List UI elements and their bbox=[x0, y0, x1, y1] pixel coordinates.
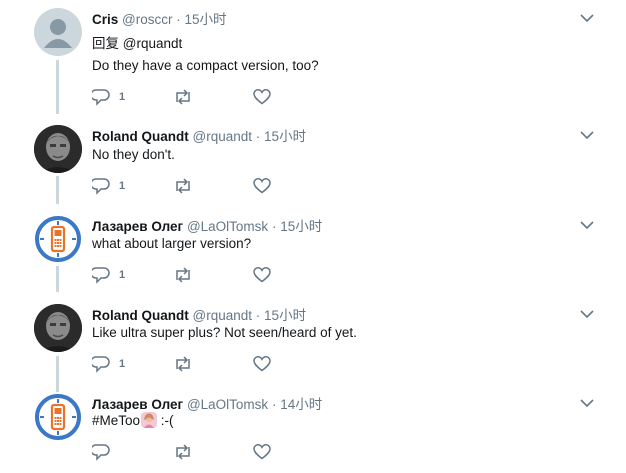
heart-icon bbox=[253, 444, 271, 460]
tweet-text-suffix: :-( bbox=[160, 413, 174, 428]
tweet-text: No they don't. bbox=[92, 147, 175, 162]
timestamp[interactable]: 14小时 bbox=[280, 397, 322, 412]
retweet-icon bbox=[176, 267, 190, 283]
tweet-actions: 1 bbox=[92, 177, 292, 195]
separator-dot: · bbox=[271, 397, 277, 412]
reply-count: 1 bbox=[119, 180, 126, 192]
tweet[interactable]: Roland Quandt @rquandt · 15小时 Like ultra… bbox=[0, 296, 626, 384]
roland-photo-avatar[interactable] bbox=[34, 125, 82, 173]
retweet-button[interactable] bbox=[173, 443, 193, 461]
tweet-header: Лазарев Олег @LaOlTomsk · 15小时 bbox=[92, 215, 322, 235]
woman-emoji-icon bbox=[141, 412, 158, 428]
reply-icon bbox=[92, 356, 110, 373]
author-name[interactable]: Roland Quandt bbox=[92, 308, 189, 323]
reply-count: 1 bbox=[119, 269, 126, 281]
author-handle[interactable]: @rosccr bbox=[122, 12, 172, 27]
like-button[interactable] bbox=[253, 177, 271, 195]
tweet-header: Roland Quandt @rquandt · 15小时 bbox=[92, 304, 306, 324]
separator-dot: · bbox=[255, 308, 261, 323]
tweet-actions bbox=[92, 443, 292, 461]
chevron-down-icon[interactable] bbox=[580, 306, 594, 319]
tweet-header: Roland Quandt @rquandt · 15小时 bbox=[92, 125, 306, 145]
separator-dot: · bbox=[255, 129, 261, 144]
retweet-button[interactable] bbox=[173, 355, 193, 373]
timestamp[interactable]: 15小时 bbox=[185, 12, 227, 27]
separator-dot: · bbox=[176, 12, 181, 27]
chevron-down-icon[interactable] bbox=[580, 395, 594, 408]
reply-button[interactable] bbox=[92, 443, 119, 461]
reply-icon bbox=[92, 444, 110, 461]
tweet-text-line: #MeToo :-( bbox=[92, 412, 174, 428]
heart-icon bbox=[253, 356, 271, 372]
roland-photo-avatar[interactable] bbox=[34, 304, 82, 352]
tweet-text: Like ultra super plus? Not seen/heard of… bbox=[92, 325, 357, 340]
reply-count: 1 bbox=[119, 358, 126, 370]
tweet[interactable]: Cris @rosccr · 15小时 回复 @rquandt Do they … bbox=[0, 0, 626, 106]
phone-logo-avatar[interactable] bbox=[34, 393, 82, 441]
author-handle[interactable]: @rquandt bbox=[193, 308, 253, 323]
reply-prefix: 回复 bbox=[92, 36, 119, 51]
tweet-text: what about larger version? bbox=[92, 236, 252, 251]
tweet[interactable]: Лазарев Олег @LaOlTomsk · 15小时 what abou… bbox=[0, 207, 626, 295]
default-avatar-icon[interactable] bbox=[34, 8, 82, 56]
like-button[interactable] bbox=[253, 88, 271, 106]
heart-icon bbox=[253, 89, 271, 105]
tweet-actions: 1 bbox=[92, 88, 292, 106]
heart-icon bbox=[253, 267, 271, 283]
retweet-icon bbox=[176, 178, 190, 194]
author-name[interactable]: Лазарев Олег bbox=[92, 397, 183, 412]
author-name[interactable]: Roland Quandt bbox=[92, 129, 189, 144]
tweet[interactable]: Лазарев Олег @LaOlTomsk · 14小时 #MeToo :-… bbox=[0, 385, 626, 473]
retweet-icon bbox=[176, 89, 190, 105]
like-button[interactable] bbox=[253, 443, 271, 461]
tweet-header: Cris @rosccr · 15小时 bbox=[92, 8, 227, 28]
reply-context: 回复 @rquandt bbox=[92, 32, 182, 52]
author-name[interactable]: Cris bbox=[92, 12, 118, 27]
like-button[interactable] bbox=[253, 355, 271, 373]
reply-to-mention[interactable]: @rquandt bbox=[123, 36, 183, 51]
reply-button[interactable]: 1 bbox=[92, 355, 125, 373]
retweet-icon bbox=[176, 356, 190, 372]
reply-button[interactable]: 1 bbox=[92, 266, 125, 284]
reply-count: 1 bbox=[119, 91, 126, 103]
tweet[interactable]: Roland Quandt @rquandt · 15小时 No they do… bbox=[0, 117, 626, 205]
like-button[interactable] bbox=[253, 266, 271, 284]
retweet-button[interactable] bbox=[173, 88, 193, 106]
tweet-actions: 1 bbox=[92, 355, 292, 373]
reply-icon bbox=[92, 267, 110, 284]
tweet-text: Do they have a compact version, too? bbox=[92, 58, 319, 73]
author-handle[interactable]: @LaOlTomsk bbox=[187, 397, 268, 412]
retweet-button[interactable] bbox=[173, 266, 193, 284]
reply-icon bbox=[92, 178, 110, 195]
reply-icon bbox=[92, 89, 110, 106]
timestamp[interactable]: 15小时 bbox=[264, 308, 306, 323]
timestamp[interactable]: 15小时 bbox=[280, 219, 322, 234]
tweet-header: Лазарев Олег @LaOlTomsk · 14小时 bbox=[92, 393, 322, 413]
author-handle[interactable]: @LaOlTomsk bbox=[187, 219, 268, 234]
metoo-hashtag[interactable]: #MeToo bbox=[92, 413, 140, 428]
author-name[interactable]: Лазарев Олег bbox=[92, 219, 183, 234]
separator-dot: · bbox=[271, 219, 277, 234]
reply-thread: Cris @rosccr · 15小时 回复 @rquandt Do they … bbox=[0, 0, 626, 470]
chevron-down-icon[interactable] bbox=[580, 10, 594, 23]
retweet-icon bbox=[176, 444, 190, 460]
timestamp[interactable]: 15小时 bbox=[264, 129, 306, 144]
reply-button[interactable]: 1 bbox=[92, 88, 125, 106]
chevron-down-icon[interactable] bbox=[580, 217, 594, 230]
heart-icon bbox=[253, 178, 271, 194]
author-handle[interactable]: @rquandt bbox=[193, 129, 253, 144]
chevron-down-icon[interactable] bbox=[580, 127, 594, 140]
retweet-button[interactable] bbox=[173, 177, 193, 195]
reply-button[interactable]: 1 bbox=[92, 177, 125, 195]
tweet-actions: 1 bbox=[92, 266, 292, 284]
phone-logo-avatar[interactable] bbox=[34, 215, 82, 263]
